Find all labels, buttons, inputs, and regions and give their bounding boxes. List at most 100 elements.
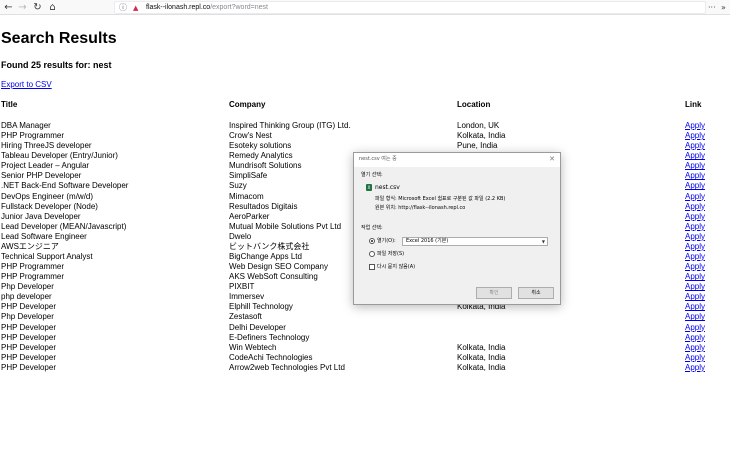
- apply-link[interactable]: Apply: [685, 353, 705, 363]
- apply-link[interactable]: Apply: [685, 272, 705, 282]
- result-company: Crow's Nest: [229, 131, 272, 141]
- open-label: 열기 선택:: [361, 172, 383, 178]
- result-title: PHP Programmer: [1, 262, 64, 272]
- result-company: Suzy: [229, 181, 247, 191]
- apply-link[interactable]: Apply: [685, 131, 705, 141]
- page-title: Search Results: [1, 30, 117, 47]
- apply-link[interactable]: Apply: [685, 141, 705, 151]
- result-company: Win Webtech: [229, 342, 277, 352]
- result-company: Dwelo: [229, 231, 252, 241]
- result-location: Kolkata, India: [457, 131, 506, 141]
- header-title: Title: [1, 100, 18, 109]
- apply-link[interactable]: Apply: [685, 202, 705, 212]
- apply-link[interactable]: Apply: [685, 333, 705, 343]
- result-company: Elphill Technology: [229, 302, 293, 312]
- result-company: Inspired Thinking Group (ITG) Ltd.: [229, 121, 351, 130]
- result-company: AKS WebSoft Consulting: [229, 272, 318, 282]
- back-icon[interactable]: ←: [2, 1, 15, 14]
- result-title: DBA Manager: [1, 121, 51, 130]
- apply-link[interactable]: Apply: [685, 292, 705, 302]
- results-summary: Found 25 results for: nest: [1, 60, 112, 70]
- close-icon[interactable]: ✕: [547, 154, 557, 165]
- result-title: Senior PHP Developer: [1, 171, 82, 181]
- apply-link[interactable]: Apply: [685, 232, 705, 242]
- excel-file-icon: X: [366, 184, 372, 191]
- table-row: DBA Manager Inspired Thinking Group (ITG)…: [0, 121, 730, 131]
- url-text[interactable]: flask--ilonash.repl.co/export?word=nest: [146, 2, 268, 14]
- remember-checkbox[interactable]: [369, 264, 375, 270]
- result-title: Php Developer: [1, 282, 54, 292]
- table-row: Hiring ThreeJS developer Esoteky solution…: [0, 141, 730, 151]
- ok-button[interactable]: 확인: [476, 287, 512, 299]
- result-title: PHP Developer: [1, 342, 56, 352]
- result-title: Lead Developer (MEAN/Javascript): [1, 221, 127, 231]
- result-location: Kolkata, India: [457, 352, 506, 362]
- dialog-title: nest.csv 여는 중: [359, 156, 397, 162]
- apply-link[interactable]: Apply: [685, 181, 705, 191]
- url-path: /export?word=nest: [210, 4, 268, 11]
- apply-link[interactable]: Apply: [685, 252, 705, 262]
- table-row: PHP Developer CodeAchi Technologies Kolkat…: [0, 353, 730, 363]
- result-company: Remedy Analytics: [229, 151, 293, 161]
- chevron-down-icon: ▼: [541, 239, 545, 244]
- apply-link[interactable]: Apply: [685, 121, 705, 131]
- apply-link[interactable]: Apply: [685, 302, 705, 312]
- result-title: Project Leader – Angular: [1, 161, 90, 171]
- url-bar[interactable]: ⓘ ▲ flask--ilonash.repl.co/export?word=n…: [114, 1, 706, 14]
- result-company: Mimacom: [229, 191, 264, 201]
- open-with-select[interactable]: Excel 2016 (기본) ▼: [402, 237, 548, 246]
- result-company: PIXBIT: [229, 282, 255, 292]
- forward-icon[interactable]: →: [16, 1, 29, 14]
- result-title: DevOps Engineer (m/w/d): [1, 191, 94, 201]
- result-location: Kolkata, India: [457, 362, 506, 372]
- result-company: ビットバンク株式会社: [229, 241, 310, 251]
- result-title: Technical Support Analyst: [1, 252, 93, 262]
- download-dialog: nest.csv 여는 중 ✕ 열기 선택: X nest.csv 파일 형식:…: [353, 152, 561, 305]
- result-company: Delhi Developer: [229, 322, 286, 332]
- home-icon[interactable]: ⌂: [46, 1, 59, 14]
- apply-link[interactable]: Apply: [685, 212, 705, 222]
- file-type: 파일 형식: Microsoft Excel 쉼표로 구분된 값 파일 (2.2…: [375, 196, 506, 202]
- result-title: .NET Back-End Software Developer: [1, 181, 129, 191]
- menu-icon[interactable]: »: [721, 1, 726, 14]
- apply-link[interactable]: Apply: [685, 192, 705, 202]
- result-company: Mutual Mobile Solutions Pvt Ltd: [229, 221, 342, 231]
- cancel-button[interactable]: 취소: [518, 287, 554, 299]
- result-title: PHP Developer: [1, 322, 56, 332]
- apply-link[interactable]: Apply: [685, 343, 705, 353]
- result-company: Resultados Digitais: [229, 201, 298, 211]
- apply-link[interactable]: Apply: [685, 222, 705, 232]
- page-actions-icon[interactable]: ···: [708, 1, 716, 14]
- result-company: BigChange Apps Ltd: [229, 252, 302, 262]
- reload-icon[interactable]: ↻: [31, 1, 44, 14]
- result-title: PHP Developer: [1, 302, 56, 312]
- url-host: flask--ilonash.repl.co: [146, 4, 211, 11]
- result-title: Fullstack Developer (Node): [1, 201, 98, 211]
- apply-link[interactable]: Apply: [685, 323, 705, 333]
- apply-link[interactable]: Apply: [685, 282, 705, 292]
- result-title: Junior Java Developer: [1, 211, 81, 221]
- result-title: Php Developer: [1, 312, 54, 322]
- lock-icon[interactable]: ▲: [133, 2, 138, 14]
- result-title: PHP Developer: [1, 332, 56, 342]
- apply-link[interactable]: Apply: [685, 161, 705, 171]
- header-company: Company: [229, 100, 266, 109]
- export-csv-link[interactable]: Export to CSV: [1, 80, 52, 90]
- apply-link[interactable]: Apply: [685, 242, 705, 252]
- result-company: Zestasoft: [229, 312, 262, 322]
- save-file-radio[interactable]: [369, 251, 375, 257]
- apply-link[interactable]: Apply: [685, 151, 705, 161]
- table-row: PHP Developer Delhi Developer Apply: [0, 323, 730, 333]
- apply-link[interactable]: Apply: [685, 363, 705, 373]
- apply-link[interactable]: Apply: [685, 171, 705, 181]
- result-title: PHP Programmer: [1, 131, 64, 141]
- result-location: London, UK: [457, 121, 500, 130]
- result-title: Hiring ThreeJS developer: [1, 141, 92, 151]
- apply-link[interactable]: Apply: [685, 312, 705, 322]
- result-title: PHP Developer: [1, 352, 56, 362]
- result-title: PHP Developer: [1, 362, 56, 372]
- open-with-radio[interactable]: [369, 238, 375, 244]
- shield-icon[interactable]: ⓘ: [119, 2, 127, 14]
- apply-link[interactable]: Apply: [685, 262, 705, 272]
- result-title: Tableau Developer (Entry/Junior): [1, 151, 118, 161]
